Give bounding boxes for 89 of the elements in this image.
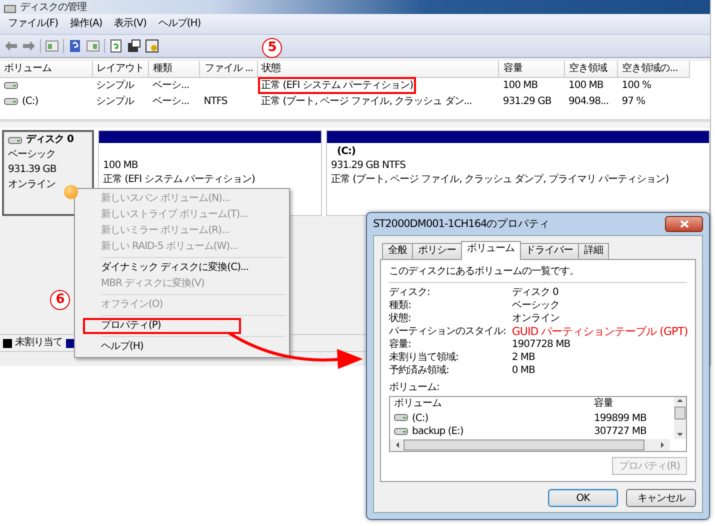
column-header[interactable]: 空き領域の... [618,61,690,78]
disk-panel[interactable]: ディスク 0 ベーシック 931.39 GB オンライン [2,130,94,216]
table-cell: 正常 (EFI システム パーティション) [261,80,413,91]
forward-arrow-icon[interactable] [22,39,36,53]
table-cell: 97 % [622,96,646,107]
field-value: ディスク 0 [512,287,560,299]
partition-status: 正常 (ブート, ページ ファイル, クラッシュ ダンプ, プライマリ パーティション) [331,174,670,186]
dialog-button[interactable]: キャンセル [626,489,696,507]
disk-size: 931.39 GB [8,164,56,176]
horizontal-scrollbar[interactable] [390,439,670,451]
field-value: 1907728 MB [512,339,572,351]
disk-type: ベーシック [8,149,56,161]
field-value: 0 MB [512,365,536,377]
menu-item[interactable]: ファイル(F) [4,18,62,30]
table-cell: 307727 MB [594,426,646,438]
disk-status: オンライン [8,179,56,191]
tab[interactable]: ポリシー [412,243,462,259]
volume-list[interactable]: ボリューム 容量 (C:) 199899 MB backup (E:) 307727 MB [389,396,687,452]
column-header[interactable]: 状態 [257,61,499,78]
table-cell: 100 % [622,80,652,91]
field-value: 2 MB [512,352,536,364]
table-cell: (C:) [22,96,38,107]
drive-icon [8,136,22,144]
field-label: 種類: [389,300,412,312]
table-cell: (C:) [412,412,428,424]
dialog-button[interactable]: OK [548,489,618,507]
field-value: ベーシック [512,300,560,312]
menu-item[interactable]: 表示(V) [110,18,150,30]
panel-icon[interactable] [45,39,59,53]
disk-management-icon [4,4,16,14]
drive-icon [394,428,408,435]
menu-item[interactable]: プロパティ(P) [83,318,241,334]
tab[interactable]: ドライバー [520,243,579,259]
column-header[interactable]: 容量 [594,398,613,410]
table-cell: 正常 (ブート, ページ ファイル, クラッシュ ダン... [261,96,472,107]
column-header[interactable]: ボリューム [394,398,442,410]
legend-label: 未割り当て [15,337,62,349]
close-icon [680,220,688,228]
column-header[interactable]: 種類 [148,61,200,78]
table-cell: シンプル [96,96,134,107]
table-cell: ベーシ... [152,80,190,91]
table-cell: NTFS [204,96,228,107]
column-header[interactable]: 容量 [498,61,564,78]
back-arrow-icon[interactable] [4,39,18,53]
field-label: パーティションのスタイル: [389,326,506,338]
menu-item[interactable]: ヘルプ(H) [154,18,205,30]
field-label: 予約済み領域: [389,365,450,377]
column-header[interactable]: ボリューム [0,61,92,78]
column-header[interactable]: 空き領域 [564,61,618,78]
tab[interactable]: 詳細 [578,243,609,259]
table-cell: 904.98... [568,96,608,107]
description-text: このディスクにあるボリュームの一覧です。 [389,266,687,283]
panel-icon[interactable] [86,39,100,53]
drive-icon [4,82,18,89]
close-button[interactable] [665,216,703,232]
field-value: GUID パーティションテーブル (GPT) [512,326,688,338]
menu-item[interactable]: 操作(A) [66,18,106,30]
field-label: ディスク: [389,287,431,299]
partition-status: 正常 (EFI システム パーティション) [103,174,256,186]
table-cell: シンプル [96,80,134,91]
drive-icon [394,414,408,422]
menu-item[interactable]: ダイナミック ディスクに変換(C)... [77,260,287,276]
field-value: オンライン [512,313,560,325]
table-cell: ベーシ... [152,96,190,107]
disk-name: ディスク 0 [26,134,74,146]
partition-block[interactable]: (C:) 931.29 GB NTFS 正常 (ブート, ページ ファイル, クラッシュ ダンプ, プライマリ パーティション) [326,130,710,216]
dialog-title: ST2000DM001-1CH164のプロパティ [373,218,550,230]
menu-item[interactable]: ヘルプ(H) [77,339,287,355]
table-cell: 931.29 GB [502,96,552,107]
column-header[interactable]: レイアウト [92,61,149,78]
tab[interactable]: 全般 [382,243,413,259]
field-label: 状態: [389,313,412,325]
tab[interactable]: ボリューム [461,241,520,260]
volumes-label: ボリューム: [389,382,440,394]
partition-size: 931.29 GB NTFS [331,160,406,172]
help-icon[interactable] [68,39,82,53]
vertical-scrollbar[interactable] [674,397,686,439]
column-header[interactable]: ファイル ... [200,61,258,78]
refresh-icon[interactable] [109,39,123,53]
table-cell: 199899 MB [594,412,646,424]
table-cell: 100 MB [568,80,604,91]
drive-icon [4,98,18,105]
field-label: 容量: [389,339,412,351]
partition-name: (C:) [336,146,356,158]
table-cell: 100 MB [502,80,538,91]
table-cell: backup (E:) [412,426,464,438]
field-label: 未割り当て領域: [389,352,460,364]
partition-size: 100 MB [103,160,139,172]
window-title: ディスクの管理 [20,1,86,14]
